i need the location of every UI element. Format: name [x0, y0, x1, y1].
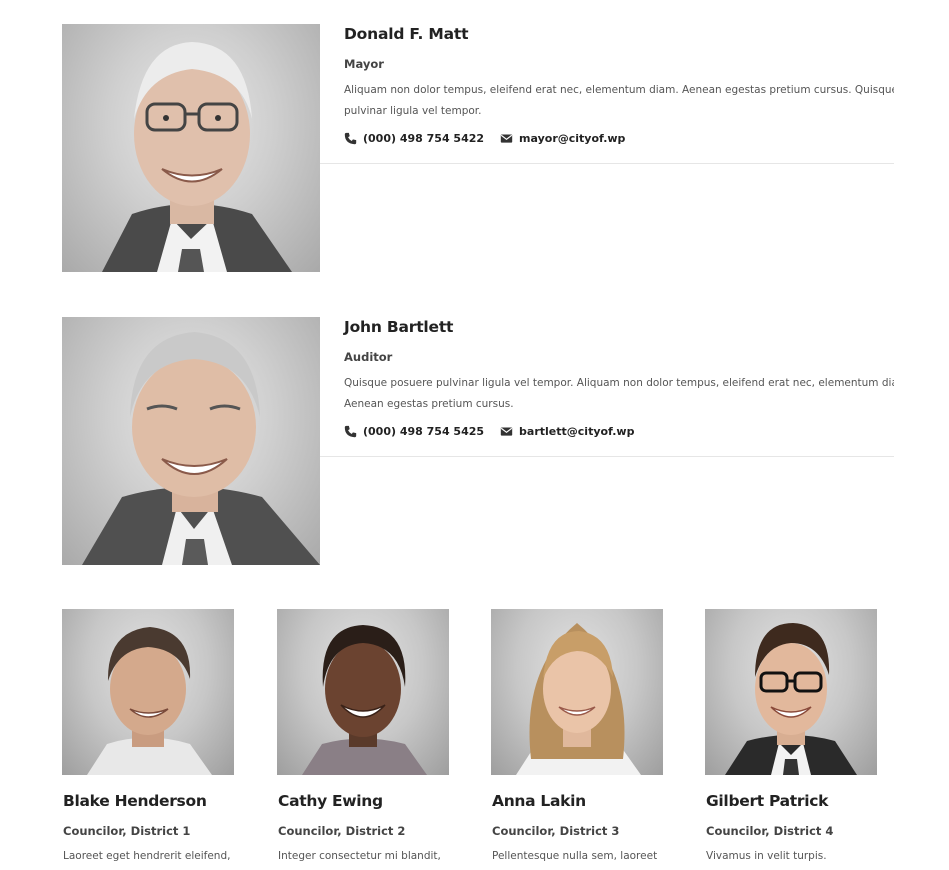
person-name[interactable]: Cathy Ewing	[278, 792, 383, 810]
person-role: Councilor, District 2	[278, 824, 406, 838]
profile-info: John Bartlett Auditor Quisque posuere pu…	[320, 317, 894, 457]
person-name[interactable]: Donald F. Matt	[344, 25, 469, 43]
person-description: Quisque posuere pulvinar ligula vel temp…	[344, 373, 894, 417]
photo-cathy-ewing[interactable]	[277, 609, 449, 775]
person-role: Councilor, District 1	[63, 824, 191, 838]
contact-row: (000) 498 754 5425 bartlett@cityof.wp	[344, 422, 634, 440]
portrait-image	[516, 623, 641, 775]
portrait-image	[87, 627, 212, 775]
portrait-image	[725, 623, 857, 775]
contact-row: (000) 498 754 5422 mayor@cityof.wp	[344, 129, 625, 147]
photo-donald-matt[interactable]	[62, 24, 320, 272]
person-name[interactable]: Anna Lakin	[492, 792, 586, 810]
description-line: Aliquam non dolor tempus, eleifend erat …	[344, 84, 894, 96]
email-link[interactable]: bartlett@cityof.wp	[519, 425, 634, 438]
envelope-icon	[500, 132, 513, 145]
portrait-image	[82, 332, 320, 565]
person-description: Integer consectetur mi blandit,	[278, 850, 441, 862]
photo-anna-lakin[interactable]	[491, 609, 663, 775]
phone-number[interactable]: (000) 498 754 5422	[363, 132, 484, 145]
envelope-icon	[500, 425, 513, 438]
phone-icon	[344, 132, 357, 145]
photo-john-bartlett[interactable]	[62, 317, 320, 565]
person-role: Councilor, District 4	[706, 824, 834, 838]
profile-info: Donald F. Matt Mayor Aliquam non dolor t…	[320, 24, 894, 164]
person-name[interactable]: Gilbert Patrick	[706, 792, 828, 810]
person-description: Vivamus in velit turpis.	[706, 850, 827, 862]
phone-icon	[344, 425, 357, 438]
photo-gilbert-patrick[interactable]	[705, 609, 877, 775]
portrait-image	[302, 625, 427, 775]
phone-number[interactable]: (000) 498 754 5425	[363, 425, 484, 438]
person-name[interactable]: John Bartlett	[344, 318, 453, 336]
description-line: pulvinar ligula vel tempor.	[344, 105, 482, 117]
description-line: Aenean egestas pretium cursus.	[344, 398, 514, 410]
email-link[interactable]: mayor@cityof.wp	[519, 132, 625, 145]
photo-blake-henderson[interactable]	[62, 609, 234, 775]
description-line: Quisque posuere pulvinar ligula vel temp…	[344, 377, 894, 389]
person-role: Auditor	[344, 350, 393, 364]
person-role: Councilor, District 3	[492, 824, 620, 838]
person-description: Aliquam non dolor tempus, eleifend erat …	[344, 80, 894, 124]
person-description: Pellentesque nulla sem, laoreet	[492, 850, 658, 862]
person-description: Laoreet eget hendrerit eleifend,	[63, 850, 231, 862]
portrait-image	[102, 42, 292, 272]
person-role: Mayor	[344, 57, 384, 71]
person-name[interactable]: Blake Henderson	[63, 792, 207, 810]
